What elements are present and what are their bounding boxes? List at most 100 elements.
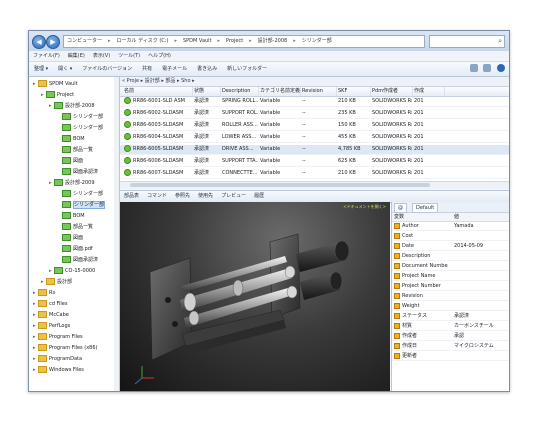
detail-tab[interactable]: 使用先 — [194, 191, 217, 202]
property-row[interactable]: Document Number — [392, 262, 509, 271]
tree-item[interactable]: シリンダー部 — [57, 124, 103, 132]
property-row[interactable]: 作成日 マイクロシステム — [392, 342, 509, 351]
breadcrumb-item[interactable]: ローカル ディスク (C:) — [114, 36, 172, 47]
table-row[interactable]: RR86-6003-SLDASM 承認済 ROLLER ASS... Variable… — [120, 121, 509, 131]
tree-item[interactable]: ▸ 設計部-2008 — [49, 102, 95, 110]
toolbar-button[interactable]: ファイルのバージョン — [77, 62, 137, 76]
toolbar-button[interactable]: 開く ▾ — [53, 62, 77, 76]
tree-item[interactable]: BOM — [57, 212, 85, 220]
breadcrumb-item[interactable]: SPDM Vault — [180, 36, 215, 47]
tree-item[interactable]: ▸ Windows Files — [33, 366, 84, 374]
tree-item[interactable]: シリンダー部 — [57, 113, 103, 121]
file-list-breadcrumb[interactable]: « Proje ▸ 設計部 ▸ 部品 ▸ Sho ▸ — [122, 77, 195, 86]
breadcrumb[interactable]: コンピューター ▸ ローカル ディスク (C:) ▸ SPDM Vault ▸ Projec… — [63, 35, 425, 48]
property-row[interactable]: Date 2014-05-09 — [392, 242, 509, 251]
property-value[interactable]: 承認 — [454, 332, 508, 340]
column-header[interactable]: SKF — [336, 87, 371, 96]
view-options-icon[interactable] — [469, 64, 478, 72]
3d-model-viewer[interactable]: <ドキュメントを開く> — [120, 202, 390, 391]
column-header[interactable]: Description — [220, 87, 259, 96]
property-value[interactable]: マイクロシステム — [454, 342, 508, 350]
menu-item[interactable]: 表示(V) — [89, 51, 114, 61]
tree-item[interactable]: ▸ 設計部-2009 — [49, 179, 95, 187]
table-row[interactable]: RR86-6002-SLDASM 承認済 SUPPORT ROL... Variabl… — [120, 109, 509, 119]
tree-item[interactable]: 図面 — [57, 157, 83, 165]
tree-item[interactable]: ▸ Program Files (x86) — [33, 344, 97, 352]
tree-item[interactable]: 部品一覧 — [57, 146, 93, 154]
toolbar-button[interactable]: 共有 — [137, 62, 157, 76]
property-row[interactable]: Project Number — [392, 282, 509, 291]
toolbar-button[interactable]: 書き込み — [192, 62, 222, 76]
toolbar-button[interactable]: 新しいフォルダー — [222, 62, 272, 76]
column-header[interactable]: Revision — [300, 87, 337, 96]
menu-item[interactable]: ヘルプ(H) — [144, 51, 175, 61]
table-row[interactable]: RR86-6004-SLDASM 承認済 LOWER ASS... Variable -… — [120, 133, 509, 143]
menu-item[interactable]: 編集(E) — [64, 51, 89, 61]
breadcrumb-item[interactable]: コンピューター — [64, 36, 105, 47]
help-icon[interactable] — [497, 64, 505, 72]
breadcrumb-item[interactable]: シリンダー部 — [299, 36, 335, 47]
table-row[interactable]: RR86-6005-SLDASM 承認済 DRIVE ASS... Variable -… — [120, 145, 509, 155]
property-row[interactable]: Weight — [392, 302, 509, 311]
tree-item[interactable]: ▸ 設計部 — [41, 278, 72, 286]
property-value[interactable]: 承認済 — [454, 312, 508, 320]
tree-item[interactable]: ▸ ProgramData — [33, 355, 82, 363]
property-value[interactable]: Yamada — [454, 222, 508, 230]
tree-item[interactable]: ▸ Rs — [33, 289, 55, 297]
property-row[interactable]: Description — [392, 252, 509, 261]
detail-tab[interactable]: プレビュー — [217, 191, 250, 202]
detail-tab[interactable]: コマンド — [143, 191, 171, 202]
property-row[interactable]: 材質 カーボンスチール — [392, 322, 509, 331]
column-header[interactable]: 状態 — [192, 87, 221, 96]
preview-pane-icon[interactable] — [483, 64, 492, 72]
forward-button[interactable]: ▶ — [46, 35, 60, 49]
search-input[interactable]: ⌕ — [429, 35, 505, 48]
table-row[interactable]: RR86-6001-SLD ASM 承認済 SPRING ROLL... Variab… — [120, 97, 509, 107]
tree-item[interactable]: 図面承認済 — [57, 256, 98, 264]
tree-item[interactable]: BOM — [57, 135, 85, 143]
tree-item[interactable]: シリンダー部 — [57, 201, 106, 209]
back-button[interactable]: ◀ — [32, 35, 46, 49]
table-row[interactable]: RR86-6006-SLDASM 承認済 SUPPORT TTA... Variabl… — [120, 157, 509, 167]
table-row[interactable]: RR86-6007-SLDASM 承認済 CONNECTTE... Variable -… — [120, 169, 509, 179]
tree-item[interactable]: ▸ CO-15-0000 — [49, 267, 95, 275]
menu-item[interactable]: ファイル(F) — [29, 51, 64, 61]
breadcrumb-item[interactable]: Project — [223, 36, 246, 47]
properties-tab[interactable]: @ — [394, 203, 407, 213]
detail-tab[interactable]: 参照先 — [171, 191, 194, 202]
tree-item[interactable]: 図面.pdf — [57, 245, 93, 253]
property-value[interactable]: 2014-05-09 — [454, 242, 508, 250]
detail-tab[interactable]: 履歴 — [250, 191, 268, 202]
detail-tab[interactable]: 部品表 — [120, 191, 143, 202]
tree-item[interactable]: ▸ SPDM Vault — [33, 80, 78, 88]
property-value[interactable]: カーボンスチール — [454, 322, 508, 330]
property-row[interactable]: Cost — [392, 232, 509, 241]
toolbar-button[interactable]: 電子メール — [157, 62, 192, 76]
tree-item[interactable]: ▸ McCabe — [33, 311, 69, 319]
property-row[interactable]: Revision — [392, 292, 509, 301]
property-row[interactable]: Author Yamada — [392, 222, 509, 231]
menu-item[interactable]: ツール(T) — [114, 51, 144, 61]
column-header[interactable]: 名前 — [122, 87, 193, 96]
search-icon[interactable]: ⌕ — [498, 37, 502, 46]
scroll-thumb[interactable] — [130, 183, 430, 187]
property-row[interactable]: 作成者 承認 — [392, 332, 509, 341]
tree-scrollbar[interactable] — [114, 77, 119, 391]
tree-item[interactable]: シリンダー部 — [57, 190, 103, 198]
column-header[interactable]: 作成 — [412, 87, 445, 96]
column-header[interactable]: カテゴリ名前定義 — [258, 87, 301, 96]
properties-tab[interactable]: Default — [412, 203, 439, 213]
property-row[interactable]: Project Name — [392, 272, 509, 281]
tree-item[interactable]: 部品一覧 — [57, 223, 93, 231]
property-row[interactable]: ステータス 承認済 — [392, 312, 509, 321]
tree-item[interactable]: 図面 — [57, 234, 83, 242]
file-list-hscrollbar[interactable] — [120, 181, 509, 189]
tree-item[interactable]: 図面承認済 — [57, 168, 98, 176]
tree-item[interactable]: ▸ cd Files — [33, 300, 67, 308]
toolbar-button[interactable]: 整理 ▾ — [29, 62, 53, 76]
column-header[interactable]: Pdm作成者 — [370, 87, 413, 96]
tree-item[interactable]: ▸ Project — [41, 91, 74, 99]
property-row[interactable]: 更新者 — [392, 352, 509, 361]
tree-item[interactable]: ▸ PerfLogs — [33, 322, 70, 330]
tree-item[interactable]: ▸ Program Files — [33, 333, 83, 341]
